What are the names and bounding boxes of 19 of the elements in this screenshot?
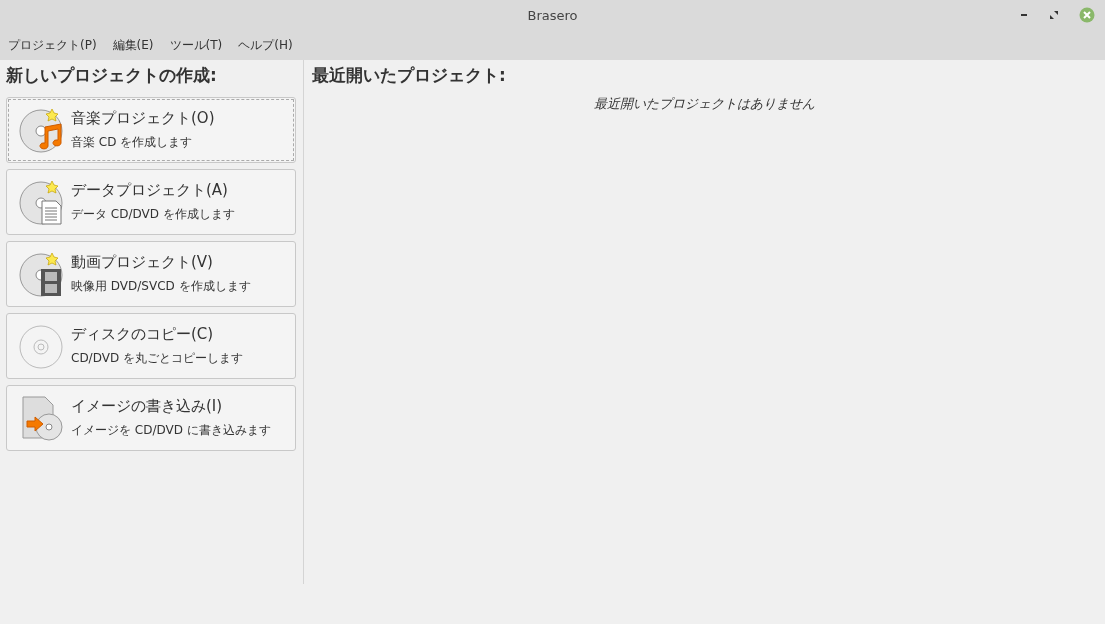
project-button[interactable]: 音楽プロジェクト(O) 音楽 CD を作成します xyxy=(6,97,296,163)
disc-document-icon xyxy=(19,179,65,225)
menu-item[interactable]: 編集(E) xyxy=(112,36,154,54)
empty-message: 最近開いたプロジェクトはありません xyxy=(593,95,816,113)
menu-item[interactable]: プロジェクト(P) xyxy=(8,36,97,54)
disc-image-burn-icon xyxy=(19,395,65,441)
menu-item[interactable]: ツール(T) xyxy=(169,36,223,54)
project-button[interactable]: イメージの書き込み(I) イメージを CD/DVD に書き込みます xyxy=(6,385,296,451)
project-button[interactable]: ディスクのコピー(C) CD/DVD を丸ごとコピーします xyxy=(6,313,296,379)
section-heading: 最近開いたプロジェクト: xyxy=(312,64,507,87)
menu-item[interactable]: ヘルプ(H) xyxy=(238,36,293,54)
project-button[interactable]: データプロジェクト(A) データ CD/DVD を作成します xyxy=(6,169,296,235)
disc-icon xyxy=(19,323,65,369)
project-button[interactable]: 動画プロジェクト(V) 映像用 DVD/SVCD を作成します xyxy=(6,241,296,307)
window-title: Brasero xyxy=(527,7,578,23)
restore-icon[interactable] xyxy=(1049,10,1059,20)
disc-music-note-icon xyxy=(19,107,65,153)
disc-film-strip-icon xyxy=(19,251,65,297)
section-heading: 新しいプロジェクトの作成: xyxy=(6,64,218,87)
